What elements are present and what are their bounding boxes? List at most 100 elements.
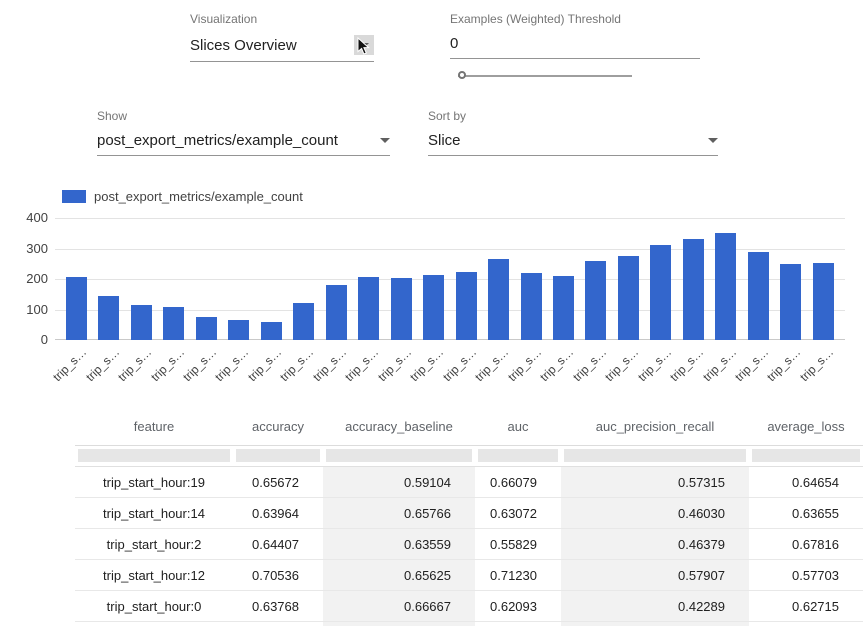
chart-bar[interactable] xyxy=(66,277,87,340)
sort-by-label: Sort by xyxy=(428,109,718,123)
chart-bar[interactable] xyxy=(585,261,606,340)
x-axis-label-slot: trip_s… xyxy=(585,343,607,391)
x-axis-label-slot: trip_s… xyxy=(293,343,315,391)
chart-bar[interactable] xyxy=(131,305,152,340)
chart-bar[interactable] xyxy=(196,317,217,340)
metric-cell: 0.63072 xyxy=(475,498,561,529)
chart-bar[interactable] xyxy=(650,245,671,340)
metric-cell: 0.57703 xyxy=(749,560,863,591)
y-axis-tick-label: 200 xyxy=(26,271,48,286)
column-filter-input[interactable] xyxy=(326,449,472,462)
chart-bar[interactable] xyxy=(326,285,347,340)
x-axis-label: trip_s… xyxy=(278,345,317,384)
column-filter-input[interactable] xyxy=(478,449,558,462)
threshold-input[interactable]: 0 xyxy=(450,29,700,59)
column-header-auc[interactable]: auc xyxy=(475,407,561,446)
chart-bar[interactable] xyxy=(683,239,704,340)
filter-cell xyxy=(75,446,233,467)
chart-bar-slot xyxy=(390,218,412,340)
bar-chart xyxy=(55,218,845,340)
column-filter-input[interactable] xyxy=(752,449,860,462)
x-axis-label-slot: trip_s… xyxy=(390,343,412,391)
legend-swatch xyxy=(62,190,86,203)
chart-bar[interactable] xyxy=(618,256,639,340)
x-axis-label-slot: trip_s… xyxy=(780,343,802,391)
chart-bar[interactable] xyxy=(715,233,736,340)
x-axis-label-slot: trip_s… xyxy=(260,343,282,391)
metric-cell: 0.67816 xyxy=(749,529,863,560)
column-header-average_loss[interactable]: average_loss xyxy=(749,407,863,446)
column-filter-input[interactable] xyxy=(236,449,320,462)
metric-cell: 0.57315 xyxy=(561,467,749,498)
column-header-feature[interactable]: feature xyxy=(75,407,233,446)
table-row[interactable]: trip_start_hour:120.705360.656250.712300… xyxy=(75,560,863,591)
column-filter-input[interactable] xyxy=(78,449,230,462)
column-header-accuracy_baseline[interactable]: accuracy_baseline xyxy=(323,407,475,446)
chart-bar[interactable] xyxy=(456,272,477,340)
chart-bar-slot xyxy=(65,218,87,340)
x-axis-label: trip_s… xyxy=(732,345,771,384)
threshold-slider[interactable] xyxy=(458,69,632,83)
feature-cell: trip_start_hour:23 xyxy=(75,622,233,626)
chart-bar[interactable] xyxy=(423,275,444,340)
visualization-dropdown[interactable]: Slices Overview xyxy=(190,29,374,62)
chart-bar[interactable] xyxy=(358,277,379,340)
threshold-label: Examples (Weighted) Threshold xyxy=(450,12,700,26)
chart-bar-slot xyxy=(195,218,217,340)
table-row[interactable]: trip_start_hour:140.639640.657660.630720… xyxy=(75,498,863,529)
table-row[interactable]: trip_start_hour:230.660160.648440.583370… xyxy=(75,622,863,626)
table-filter-row xyxy=(75,446,863,467)
chart-bar[interactable] xyxy=(780,264,801,340)
show-dropdown[interactable]: post_export_metrics/example_count xyxy=(97,126,390,156)
chart-bar[interactable] xyxy=(163,307,184,340)
chart-bar[interactable] xyxy=(748,252,769,340)
x-axis-label-slot: trip_s… xyxy=(228,343,250,391)
chart-bar[interactable] xyxy=(488,259,509,340)
chart-bar[interactable] xyxy=(391,278,412,340)
chart-bar-slot xyxy=(520,218,542,340)
chart-bar[interactable] xyxy=(261,322,282,340)
sort-by-dropdown[interactable]: Slice xyxy=(428,126,718,156)
x-axis-label-slot: trip_s… xyxy=(747,343,769,391)
chart-bar-slot xyxy=(293,218,315,340)
slider-track[interactable] xyxy=(458,75,632,77)
metric-cell: 0.42289 xyxy=(561,591,749,622)
x-axis-label: trip_s… xyxy=(537,345,576,384)
chart-bar-slot xyxy=(585,218,607,340)
metrics-table: featureaccuracyaccuracy_baselineaucauc_p… xyxy=(75,407,863,626)
chart-bar[interactable] xyxy=(293,303,314,340)
chart-bar[interactable] xyxy=(521,273,542,340)
column-header-auc_precision_recall[interactable]: auc_precision_recall xyxy=(561,407,749,446)
column-header-accuracy[interactable]: accuracy xyxy=(233,407,323,446)
chevron-down-icon xyxy=(708,138,718,143)
column-filter-input[interactable] xyxy=(564,449,746,462)
chart-bar[interactable] xyxy=(553,276,574,340)
metric-cell: 0.55829 xyxy=(475,529,561,560)
metric-cell: 0.46379 xyxy=(561,529,749,560)
chart-bar[interactable] xyxy=(98,296,119,340)
table-row[interactable]: trip_start_hour:190.656720.591040.660790… xyxy=(75,467,863,498)
metric-cell: 0.66667 xyxy=(323,591,475,622)
slider-thumb[interactable] xyxy=(458,71,466,79)
x-axis-label: trip_s… xyxy=(83,345,122,384)
filter-cell xyxy=(323,446,475,467)
metric-cell: 0.66079 xyxy=(475,467,561,498)
x-axis-label-slot: trip_s… xyxy=(650,343,672,391)
chart-bar-slot xyxy=(747,218,769,340)
table-row[interactable]: trip_start_hour:00.637680.666670.620930.… xyxy=(75,591,863,622)
x-axis-label-slot: trip_s… xyxy=(682,343,704,391)
metric-cell: 0.63655 xyxy=(749,498,863,529)
x-axis-label-slot: trip_s… xyxy=(812,343,834,391)
x-axis-label: trip_s… xyxy=(570,345,609,384)
table-row[interactable]: trip_start_hour:20.644070.635590.558290.… xyxy=(75,529,863,560)
chart-bar[interactable] xyxy=(228,320,249,340)
metric-cell: 0.70536 xyxy=(233,560,323,591)
chart-bar[interactable] xyxy=(813,263,834,340)
sort-by-value: Slice xyxy=(428,132,461,149)
feature-cell: trip_start_hour:0 xyxy=(75,591,233,622)
x-axis-label: trip_s… xyxy=(375,345,414,384)
x-axis-label-slot: trip_s… xyxy=(130,343,152,391)
x-axis-label: trip_s… xyxy=(440,345,479,384)
metric-cell: 0.57907 xyxy=(561,560,749,591)
metric-cell: 0.71230 xyxy=(475,560,561,591)
